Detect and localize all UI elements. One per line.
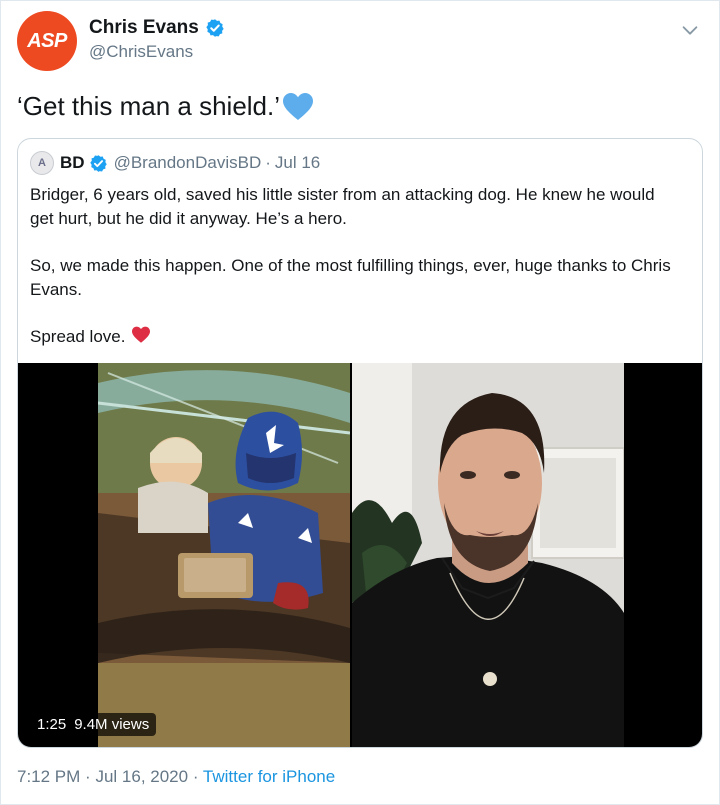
- video-player[interactable]: 1:25 9.4M views: [18, 363, 702, 747]
- red-heart-icon: [132, 326, 151, 343]
- quoted-header: A BD @BrandonDavisBD · Jul 16: [30, 151, 320, 175]
- video-right-frame: [352, 363, 624, 747]
- quoted-body: Bridger, 6 years old, saved his little s…: [30, 183, 680, 372]
- tweet-date[interactable]: Jul 16, 2020: [95, 767, 188, 786]
- author-names: Chris Evans @ChrisEvans: [89, 17, 225, 62]
- tweet-text-content: ‘Get this man a shield.’: [17, 91, 281, 121]
- meta-separator: ·: [85, 767, 91, 786]
- quoted-avatar: A: [30, 151, 54, 175]
- video-stats-badge: 1:25 9.4M views: [30, 713, 157, 736]
- verified-icon: [89, 154, 107, 172]
- blue-heart-icon: [283, 92, 314, 120]
- verified-icon: [206, 19, 224, 37]
- tweet-metadata: 7:12 PM · Jul 16, 2020 · Twitter for iPh…: [17, 767, 335, 787]
- quoted-tweet[interactable]: A BD @BrandonDavisBD · Jul 16 Bridger, 6…: [17, 138, 703, 748]
- tweet-source-link[interactable]: Twitter for iPhone: [203, 767, 335, 786]
- tweet-text: ‘Get this man a shield.’: [17, 91, 314, 122]
- video-views: 9.4M views: [74, 716, 150, 733]
- quoted-date: Jul 16: [274, 153, 321, 172]
- video-right-panel: [352, 363, 624, 747]
- avatar[interactable]: ASP: [17, 11, 77, 71]
- quoted-paragraph: Bridger, 6 years old, saved his little s…: [30, 185, 655, 228]
- avatar-logo-text: ASP: [27, 29, 67, 52]
- author-display-name-text: Chris Evans: [89, 17, 199, 38]
- quoted-paragraph-last: Spread love.: [30, 325, 680, 349]
- tweet-card: ASP Chris Evans @ChrisEvans ‘Get this ma…: [0, 0, 720, 805]
- quoted-name: BD: [60, 153, 85, 172]
- chevron-down-icon[interactable]: [679, 19, 701, 41]
- quoted-paragraph-text: Spread love.: [30, 327, 126, 346]
- tweet-time[interactable]: 7:12 PM: [17, 767, 80, 786]
- author-handle[interactable]: @ChrisEvans: [89, 42, 225, 62]
- quoted-separator: ·: [265, 153, 271, 172]
- video-left-panel: [98, 363, 350, 747]
- tweet-header: ASP Chris Evans @ChrisEvans: [17, 11, 703, 75]
- author-display-name[interactable]: Chris Evans: [89, 17, 225, 39]
- quoted-paragraph: So, we made this happen. One of the most…: [30, 256, 671, 299]
- quoted-handle: @BrandonDavisBD: [113, 153, 262, 172]
- video-duration: 1:25: [37, 716, 67, 733]
- meta-separator: ·: [192, 767, 199, 786]
- video-left-frame: [98, 363, 350, 747]
